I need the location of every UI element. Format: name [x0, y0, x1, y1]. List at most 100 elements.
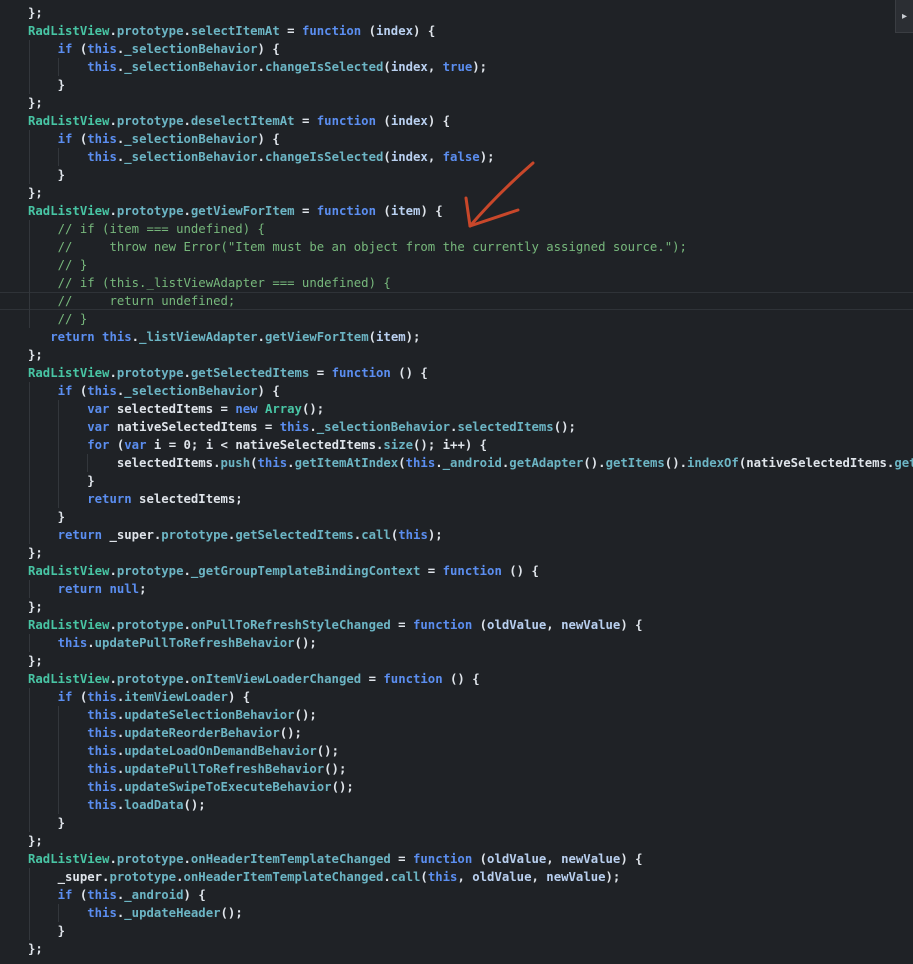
- text-token: ) {: [183, 888, 206, 902]
- property-token: updateSelectionBehavior: [124, 708, 295, 722]
- code-line[interactable]: this._selectionBehavior.changeIsSelected…: [0, 58, 913, 76]
- property-token: getSelectedItems: [190, 366, 310, 380]
- code-line[interactable]: // }: [0, 256, 913, 274]
- code-line[interactable]: this.updateSwipeToExecuteBehavior();: [0, 778, 913, 796]
- code-text: }: [28, 76, 65, 94]
- code-line[interactable]: if (this._android) {: [0, 886, 913, 904]
- class-token: RadListView: [28, 564, 110, 578]
- property-token: updateReorderBehavior: [124, 726, 280, 740]
- code-line[interactable]: for (var i = 0; i < nativeSelectedItems.…: [0, 436, 913, 454]
- keyword-token: var: [87, 420, 110, 434]
- code-text: if (this.itemViewLoader) {: [28, 688, 251, 706]
- code-line[interactable]: RadListView.prototype.deselectItemAt = f…: [0, 112, 913, 130]
- code-line[interactable]: _super.prototype.onHeaderItemTemplateCha…: [0, 868, 913, 886]
- scroll-toggle-button[interactable]: ▸: [895, 0, 913, 33]
- code-line[interactable]: this.loadData();: [0, 796, 913, 814]
- code-line[interactable]: return this._listViewAdapter.getViewForI…: [0, 328, 913, 346]
- code-line[interactable]: this._updateHeader();: [0, 904, 913, 922]
- code-line[interactable]: };: [0, 346, 913, 364]
- code-line[interactable]: this.updateReorderBehavior();: [0, 724, 913, 742]
- code-line[interactable]: // return undefined;: [0, 292, 913, 310]
- text-token: .: [183, 114, 191, 128]
- code-line[interactable]: if (this._selectionBehavior) {: [0, 40, 913, 58]
- code-line[interactable]: var selectedItems = new Array();: [0, 400, 913, 418]
- code-line[interactable]: }: [0, 814, 913, 832]
- code-line[interactable]: this.updatePullToRefreshBehavior();: [0, 634, 913, 652]
- comment-token: // }: [57, 312, 88, 326]
- keyword-token: if: [57, 888, 73, 902]
- code-line[interactable]: // }: [0, 310, 913, 328]
- code-line[interactable]: }: [0, 922, 913, 940]
- code-line[interactable]: var nativeSelectedItems = this._selectio…: [0, 418, 913, 436]
- code-line[interactable]: // if (item === undefined) {: [0, 220, 913, 238]
- code-line[interactable]: this.updateSelectionBehavior();: [0, 706, 913, 724]
- code-line[interactable]: // if (this._listViewAdapter === undefin…: [0, 274, 913, 292]
- code-line[interactable]: if (this._selectionBehavior) {: [0, 130, 913, 148]
- code-lines[interactable]: }; RadListView.prototype.selectItemAt = f…: [0, 4, 913, 958]
- comment-token: // if (this._listViewAdapter === undefin…: [57, 276, 391, 290]
- code-editor[interactable]: }; RadListView.prototype.selectItemAt = f…: [0, 0, 913, 964]
- text-token: };: [28, 348, 43, 362]
- text-token: .: [131, 330, 140, 344]
- keyword-token: function: [331, 366, 391, 380]
- class-token: RadListView: [28, 366, 110, 380]
- code-line[interactable]: RadListView.prototype.getSelectedItems =…: [0, 364, 913, 382]
- code-line[interactable]: return _super.prototype.getSelectedItems…: [0, 526, 913, 544]
- code-line[interactable]: };: [0, 598, 913, 616]
- property-token: onHeaderItemTemplateChanged: [183, 870, 384, 884]
- code-line[interactable]: this.updateLoadOnDemandBehavior();: [0, 742, 913, 760]
- text-token: ) {: [420, 204, 443, 218]
- code-line[interactable]: RadListView.prototype.onHeaderItemTempla…: [0, 850, 913, 868]
- text-token: ,: [427, 60, 443, 74]
- text-token: .: [183, 366, 191, 380]
- code-line[interactable]: RadListView.prototype.onItemViewLoaderCh…: [0, 670, 913, 688]
- text-token: };: [28, 546, 43, 560]
- text-token: =: [361, 672, 384, 686]
- text-token: .: [257, 60, 265, 74]
- text-token: ) {: [427, 114, 451, 128]
- code-text: RadListView.prototype.selectItemAt = fun…: [28, 22, 435, 40]
- code-line[interactable]: if (this.itemViewLoader) {: [0, 688, 913, 706]
- code-line[interactable]: };: [0, 184, 913, 202]
- property-token: getViewForItem: [190, 204, 295, 218]
- code-line[interactable]: };: [0, 652, 913, 670]
- code-line[interactable]: RadListView.prototype.onPullToRefreshSty…: [0, 616, 913, 634]
- code-text: this.updateSwipeToExecuteBehavior();: [28, 778, 354, 796]
- code-line[interactable]: RadListView.prototype.getViewForItem = f…: [0, 202, 913, 220]
- code-line[interactable]: RadListView.prototype.selectItemAt = fun…: [0, 22, 913, 40]
- code-line[interactable]: };: [0, 94, 913, 112]
- code-line[interactable]: };: [0, 544, 913, 562]
- text-token: _super.: [102, 528, 162, 542]
- code-line[interactable]: RadListView.prototype._getGroupTemplateB…: [0, 562, 913, 580]
- property-token: get: [894, 456, 913, 470]
- text-token: .: [183, 564, 191, 578]
- property-token: _listViewAdapter: [139, 330, 258, 344]
- property-token: push: [220, 456, 251, 470]
- text-token: (: [472, 618, 488, 632]
- text-token: () {: [501, 564, 539, 578]
- code-line[interactable]: return null;: [0, 580, 913, 598]
- text-token: );: [479, 150, 495, 164]
- text-token: (: [376, 114, 391, 128]
- text-token: ) {: [620, 852, 643, 866]
- code-text: RadListView.prototype._getGroupTemplateB…: [28, 562, 539, 580]
- code-line[interactable]: }: [0, 508, 913, 526]
- code-line[interactable]: }: [0, 76, 913, 94]
- code-text: }: [28, 922, 65, 940]
- text-token: (: [398, 456, 406, 470]
- code-line[interactable]: }: [0, 166, 913, 184]
- code-line[interactable]: };: [0, 832, 913, 850]
- property-token: _selectionBehavior: [124, 384, 258, 398]
- code-line[interactable]: this._selectionBehavior.changeIsSelected…: [0, 148, 913, 166]
- code-line[interactable]: }: [0, 472, 913, 490]
- code-line[interactable]: return selectedItems;: [0, 490, 913, 508]
- code-line[interactable]: };: [0, 4, 913, 22]
- code-line[interactable]: selectedItems.push(this.getItemAtIndex(t…: [0, 454, 913, 472]
- code-line[interactable]: };: [0, 940, 913, 958]
- keyword-token: this: [257, 456, 288, 470]
- code-line[interactable]: if (this._selectionBehavior) {: [0, 382, 913, 400]
- code-line[interactable]: this.updatePullToRefreshBehavior();: [0, 760, 913, 778]
- code-line[interactable]: // throw new Error("Item must be an obje…: [0, 238, 913, 256]
- text-token: ();: [279, 726, 302, 740]
